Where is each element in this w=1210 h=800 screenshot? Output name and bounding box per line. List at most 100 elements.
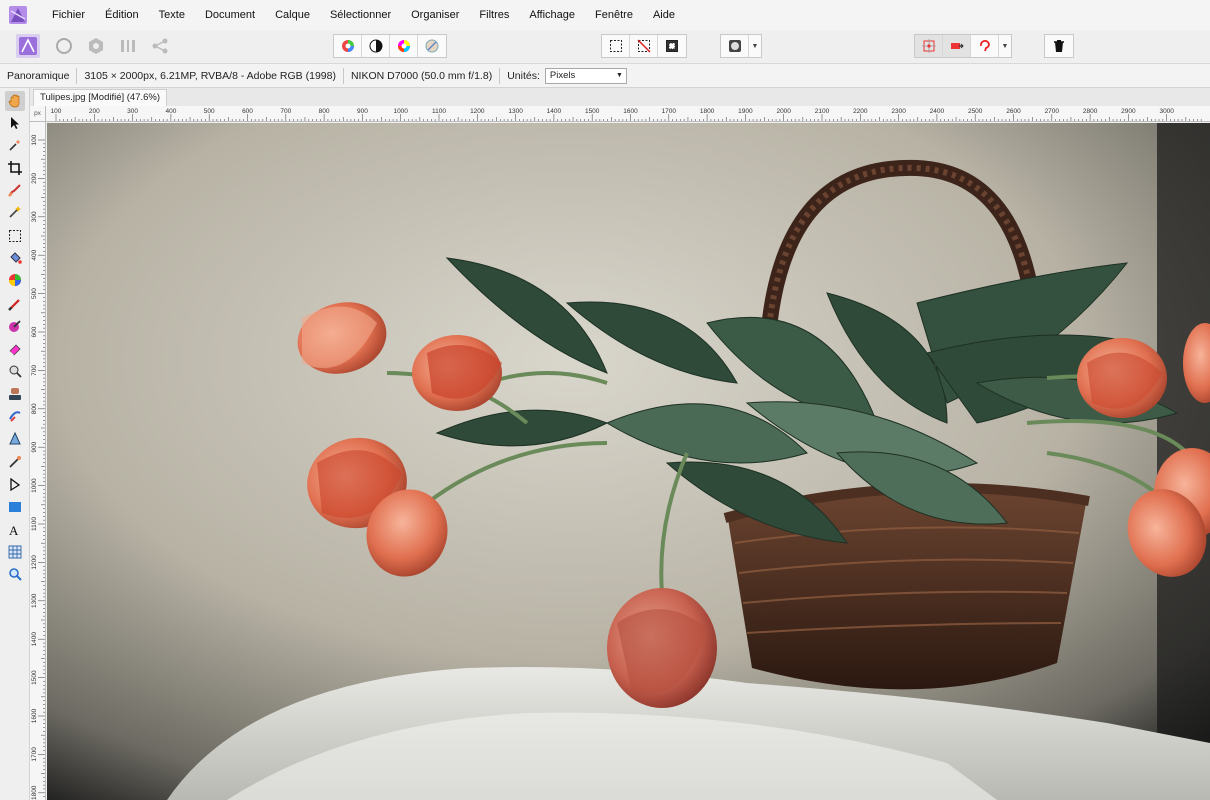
selection-brush-tool[interactable]	[5, 180, 25, 200]
ruler-top[interactable]: 100 200 300 400 500 600 700 800 900 1000 1100 1200 1…	[30, 106, 1210, 122]
invert-selection-icon[interactable]	[658, 35, 686, 57]
hand-tool[interactable]	[5, 91, 25, 111]
paint-brush-tool[interactable]	[5, 294, 25, 314]
develop-persona-icon[interactable]	[84, 34, 108, 58]
color-replace-icon	[9, 320, 21, 332]
node-icon	[10, 478, 21, 492]
photo-persona-icon[interactable]	[16, 34, 40, 58]
menu-organiser[interactable]: Organiser	[401, 0, 469, 30]
quick-mask-icon[interactable]	[721, 35, 749, 57]
selection-group	[601, 34, 687, 58]
ruler-left-label: 700	[31, 365, 38, 376]
quick-mask-dropdown-icon[interactable]: ▼	[749, 35, 761, 57]
mixer-brush-tool[interactable]	[5, 452, 25, 472]
auto-colors-icon[interactable]	[390, 35, 418, 57]
move-tool[interactable]	[5, 113, 25, 133]
ruler-top-label: 1800	[700, 108, 715, 115]
assistant-icon[interactable]	[971, 35, 999, 57]
auto-levels-icon[interactable]	[334, 35, 362, 57]
move-icon	[11, 117, 19, 129]
brush-icon	[8, 299, 20, 311]
zoom-tool[interactable]	[5, 564, 25, 584]
chevron-down-icon: ▼	[615, 71, 623, 79]
units-label: Unités:	[507, 69, 540, 82]
assistant-dropdown-icon[interactable]: ▼	[999, 35, 1011, 57]
menu-selectionner[interactable]: Sélectionner	[320, 0, 401, 30]
snapping-icon[interactable]	[915, 35, 943, 57]
toolbar: ▼ ▼	[0, 30, 1210, 64]
ruler-top-label: 1400	[547, 108, 562, 115]
ruler-top-label: 3000	[1159, 108, 1174, 115]
text-icon: A	[9, 523, 19, 537]
ruler-left-label: 500	[31, 288, 38, 299]
ruler-left-label: 1400	[31, 632, 38, 647]
tulips-in-basket-photo	[47, 123, 1210, 800]
ruler-left-label: 300	[31, 211, 38, 222]
ruler-top-label: 100	[51, 108, 62, 115]
delete-group	[1044, 34, 1074, 58]
ruler-top-label: 2400	[930, 108, 945, 115]
ruler-top-label: 200	[89, 108, 100, 115]
crop-icon	[8, 161, 22, 175]
text-tool[interactable]: A	[5, 520, 25, 540]
eraser-tool[interactable]	[5, 339, 25, 359]
affinity-photo-logo-icon[interactable]	[8, 5, 28, 25]
ruler-top-label: 2800	[1083, 108, 1098, 115]
units-select[interactable]: Pixels ▼	[544, 67, 627, 84]
ruler-corner-unit[interactable]: px	[30, 106, 46, 122]
color-picker-tool[interactable]	[5, 135, 25, 155]
export-persona-icon[interactable]	[148, 34, 172, 58]
ruler-left-label: 1700	[31, 747, 38, 762]
ruler-top-label: 700	[280, 108, 291, 115]
menu-filtres[interactable]: Filtres	[469, 0, 519, 30]
ruler-left-label: 600	[31, 326, 38, 337]
document-tab[interactable]: Tulipes.jpg [Modifié] (47.6%)	[33, 89, 168, 106]
ruler-top-label: 2300	[891, 108, 906, 115]
menu-fenetre[interactable]: Fenêtre	[585, 0, 643, 30]
ruler-left-label: 1500	[31, 670, 38, 685]
mesh-warp-tool[interactable]	[5, 542, 25, 562]
ruler-top-label: 1000	[393, 108, 408, 115]
quick-mask-group: ▼	[720, 34, 762, 58]
menu-texte[interactable]: Texte	[149, 0, 195, 30]
ruler-top-label: 2700	[1045, 108, 1060, 115]
ruler-left-label: 1100	[31, 517, 38, 531]
crop-tool[interactable]	[5, 158, 25, 178]
tone-mapping-persona-icon[interactable]	[116, 34, 140, 58]
dodge-icon	[9, 365, 22, 378]
smudge-tool[interactable]	[5, 429, 25, 449]
persona-tool-label: Panoramique	[0, 67, 78, 84]
color-replacement-tool[interactable]	[5, 316, 25, 336]
flood-fill-tool[interactable]	[5, 248, 25, 268]
ruler-left-label: 1000	[31, 478, 38, 493]
document-canvas[interactable]	[47, 123, 1210, 800]
force-pixel-alignment-icon[interactable]	[943, 35, 971, 57]
ruler-left-label: 1300	[31, 593, 38, 608]
menu-edition[interactable]: Édition	[95, 0, 149, 30]
auto-contrast-icon[interactable]	[362, 35, 390, 57]
menu-affichage[interactable]: Affichage	[519, 0, 585, 30]
ruler-top-label: 1600	[623, 108, 638, 115]
ruler-left-label: 900	[31, 441, 38, 452]
auto-white-balance-icon[interactable]	[418, 35, 446, 57]
marquee-tool[interactable]	[5, 226, 25, 246]
clone-tool[interactable]	[5, 384, 25, 404]
smudge-icon	[9, 432, 21, 445]
node-tool[interactable]	[5, 475, 25, 495]
dodge-tool[interactable]	[5, 361, 25, 381]
magic-wand-tool[interactable]	[5, 202, 25, 222]
menu-document[interactable]: Document	[195, 0, 265, 30]
blemish-removal-tool[interactable]	[5, 406, 25, 426]
liquify-persona-icon[interactable]	[52, 34, 76, 58]
menu-fichier[interactable]: Fichier	[42, 0, 95, 30]
clear-delete-icon[interactable]	[1045, 35, 1073, 57]
ruler-top-label: 2100	[815, 108, 830, 115]
menu-aide[interactable]: Aide	[643, 0, 685, 30]
deselect-icon[interactable]	[630, 35, 658, 57]
select-all-icon[interactable]	[602, 35, 630, 57]
menu-calque[interactable]: Calque	[265, 0, 320, 30]
gradient-tool[interactable]	[5, 270, 25, 290]
ruler-left-label: 1200	[31, 555, 38, 570]
rectangle-tool[interactable]	[5, 497, 25, 517]
ruler-left[interactable]: 100 200 300 400 500 600 700 800 900 1000 1100 1200 1…	[30, 122, 46, 800]
